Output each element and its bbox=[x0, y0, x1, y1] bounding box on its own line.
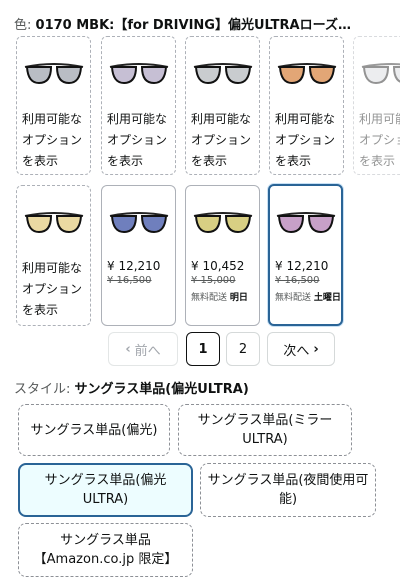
style-value: サングラス単品(偏光ULTRA) bbox=[74, 382, 249, 397]
color-label: 色: bbox=[14, 18, 32, 33]
swatch-list-price: ¥ 16,500 bbox=[275, 275, 320, 286]
color-swatch-selected[interactable]: ¥ 12,210 ¥ 16,500 無料配送 土曜日 bbox=[268, 184, 343, 326]
style-option-night-use[interactable]: サングラス単品(夜間使用可能) bbox=[200, 463, 376, 517]
color-swatch-5[interactable]: 利用可能なオプションを表示 bbox=[353, 36, 400, 175]
style-option-mirror-ultra[interactable]: サングラス単品(ミラーULTRA) bbox=[178, 404, 352, 456]
color-swatch-6[interactable]: 利用可能な オプション を表示 bbox=[16, 185, 91, 326]
page-1-button[interactable]: 1 bbox=[186, 332, 220, 366]
swatch-pagination: ‹ 前へ 1 2 次へ › bbox=[0, 332, 400, 368]
style-label: スタイル: bbox=[14, 382, 71, 397]
sunglasses-image bbox=[270, 37, 343, 109]
style-selection-label: スタイル: サングラス単品(偏光ULTRA) bbox=[14, 378, 249, 397]
sunglasses-image bbox=[17, 37, 90, 109]
prev-page-button[interactable]: ‹ 前へ bbox=[108, 332, 178, 366]
color-swatch-2[interactable]: 利用可能な オプション を表示 bbox=[101, 36, 176, 175]
style-option-polarized[interactable]: サングラス単品(偏光) bbox=[18, 404, 170, 456]
sunglasses-image bbox=[102, 37, 175, 109]
chevron-right-icon: › bbox=[313, 341, 319, 357]
next-page-button[interactable]: 次へ › bbox=[267, 332, 335, 366]
chevron-left-icon: ‹ bbox=[125, 341, 131, 357]
swatch-list-price: ¥ 16,500 bbox=[107, 275, 152, 286]
sunglasses-image bbox=[354, 37, 400, 109]
sunglasses-image bbox=[17, 186, 90, 258]
style-option-polarized-ultra[interactable]: サングラス単品(偏光ULTRA) bbox=[18, 463, 193, 517]
color-swatch-8[interactable]: ¥ 10,452 ¥ 15,000 無料配送 明日 bbox=[185, 185, 260, 326]
sunglasses-image bbox=[102, 186, 175, 258]
color-swatch-3[interactable]: 利用可能な オプション を表示 bbox=[185, 36, 260, 175]
sunglasses-image bbox=[186, 37, 259, 109]
swatch-list-price: ¥ 15,000 bbox=[191, 275, 236, 286]
page-2-button[interactable]: 2 bbox=[226, 332, 260, 366]
swatch-price: ¥ 12,210 bbox=[275, 259, 329, 273]
sunglasses-image bbox=[186, 186, 259, 258]
swatch-price: ¥ 12,210 bbox=[107, 259, 161, 273]
color-swatch-7[interactable]: ¥ 12,210 ¥ 16,500 bbox=[101, 185, 176, 326]
sunglasses-image bbox=[270, 186, 341, 258]
swatch-price: ¥ 10,452 bbox=[191, 259, 245, 273]
color-swatch-1[interactable]: 利用可能な オプション を表示 bbox=[16, 36, 91, 175]
color-swatch-4[interactable]: 利用可能な オプション を表示 bbox=[269, 36, 344, 175]
style-option-amazon-exclusive[interactable]: サングラス単品【Amazon.co.jp 限定】 bbox=[18, 523, 193, 577]
shipping-info: 無料配送 土曜日 bbox=[275, 293, 341, 303]
color-value: 0170 MBK:【for DRIVING】偏光ULTRAローズ… bbox=[35, 18, 351, 33]
shipping-info: 無料配送 明日 bbox=[191, 293, 248, 303]
color-selection-label: 色: 0170 MBK:【for DRIVING】偏光ULTRAローズ… bbox=[14, 14, 394, 33]
